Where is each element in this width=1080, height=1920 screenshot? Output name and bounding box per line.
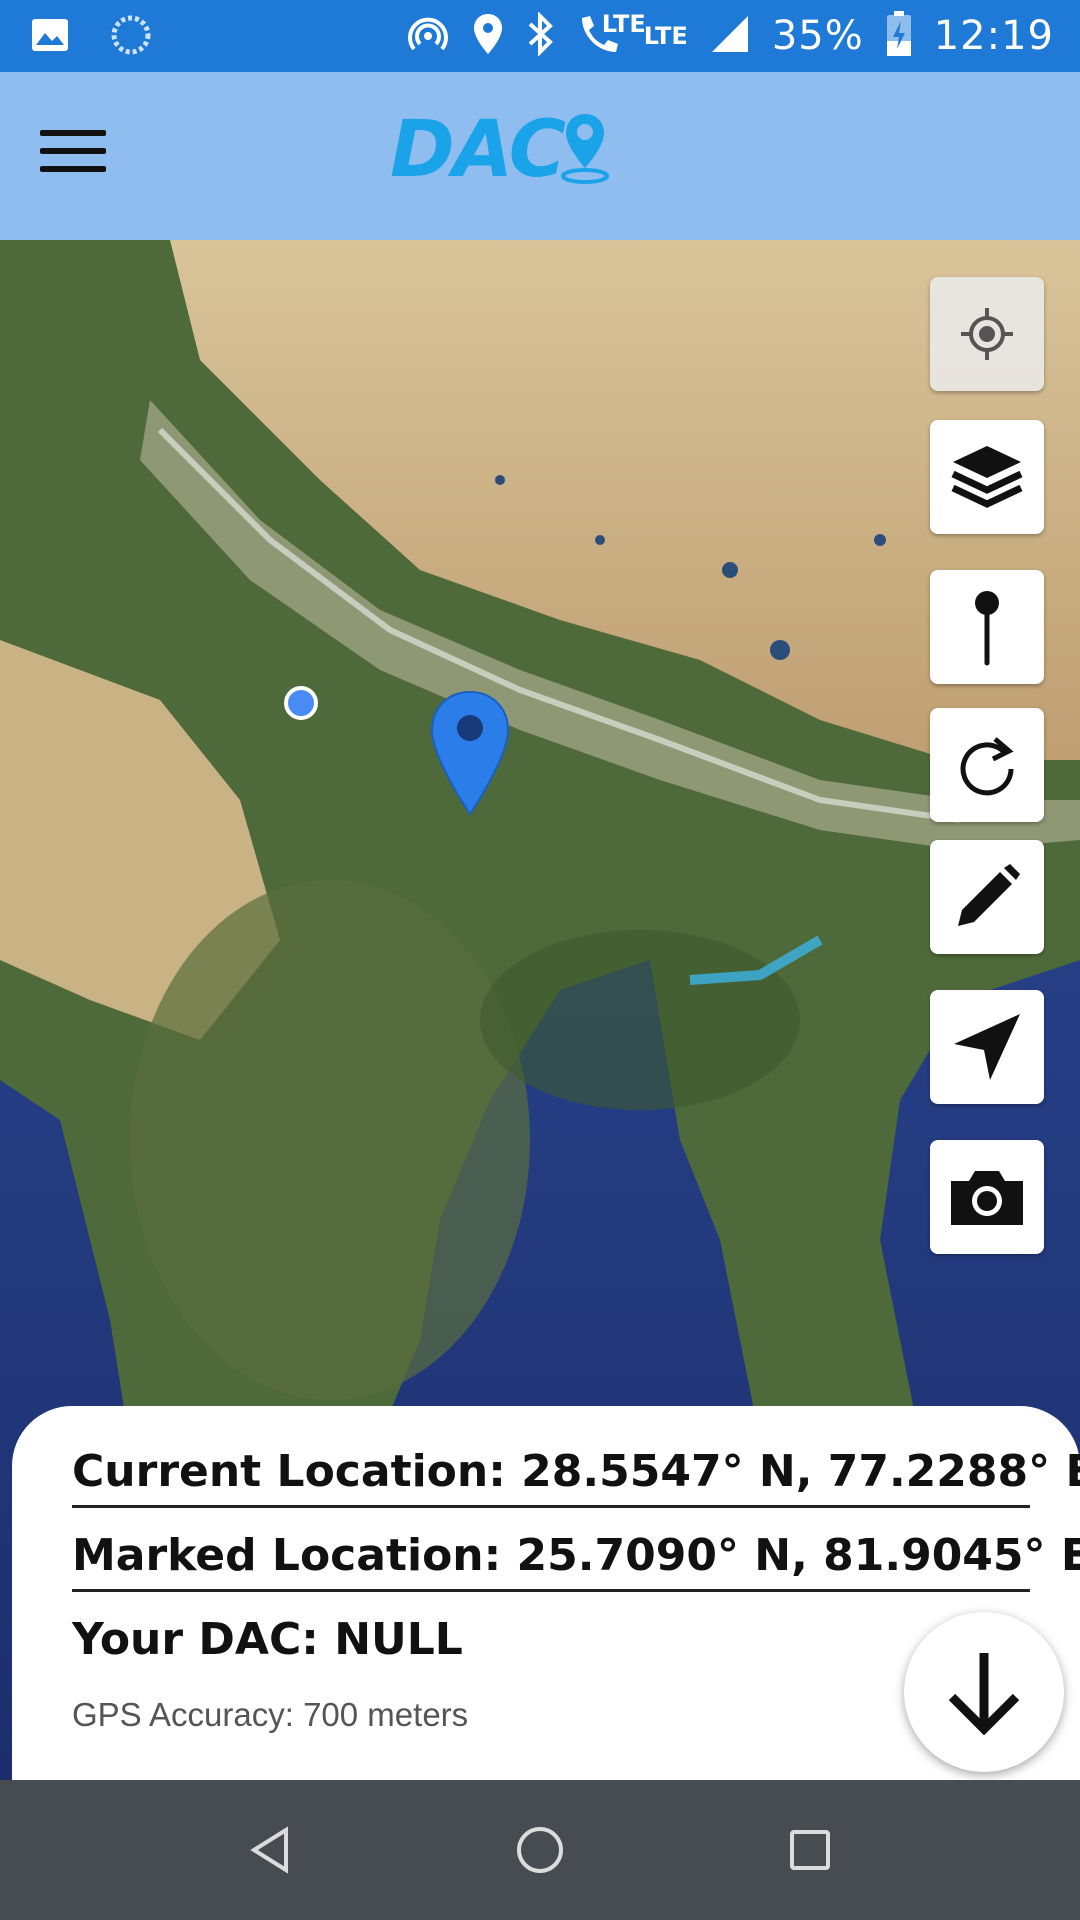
back-button[interactable] — [240, 1820, 300, 1880]
hotspot-icon — [406, 12, 450, 60]
hamburger-menu-icon[interactable] — [40, 130, 106, 180]
marked-location-pin-icon[interactable] — [428, 688, 512, 818]
volte-call-icon: LTE — [576, 10, 646, 60]
current-location-label: Current Location: — [72, 1446, 522, 1497]
battery-percent: 35% — [771, 13, 864, 59]
sync-icon — [110, 14, 152, 61]
gps-accuracy: GPS Accuracy: 700 meters — [72, 1696, 469, 1733]
status-bar: LTE LTE 35% 12:19 — [0, 0, 1080, 72]
my-location-button[interactable] — [930, 277, 1044, 391]
back-triangle-icon — [250, 1826, 288, 1874]
current-location-dot — [284, 686, 318, 720]
edit-pencil-icon — [958, 864, 1020, 926]
logo-pin-icon — [560, 114, 609, 184]
marked-location-label: Marked Location: — [72, 1530, 517, 1581]
image-icon — [30, 15, 70, 60]
lte-label-1: LTE — [601, 10, 646, 38]
layers-icon — [951, 446, 1023, 508]
battery-icon — [886, 11, 912, 61]
camera-button[interactable] — [930, 1140, 1044, 1254]
pin-button[interactable] — [930, 570, 1044, 684]
clock: 12:19 — [933, 13, 1054, 59]
home-circle-icon — [517, 1827, 563, 1873]
camera-icon — [951, 1171, 1023, 1225]
current-location-value: 28.5547° N, 77.2288° E — [521, 1446, 1080, 1497]
marked-location-row: Marked Location: 25.7090° N, 81.9045° E — [72, 1530, 1080, 1592]
recents-button[interactable] — [780, 1820, 840, 1880]
navigate-button[interactable] — [930, 990, 1044, 1104]
logo-text: DAC — [390, 105, 566, 195]
marked-location-value: 25.7090° N, 81.9045° E — [516, 1530, 1080, 1581]
app-logo: DAC — [390, 110, 612, 190]
app-bar: DAC — [0, 72, 1080, 240]
current-location-row: Current Location: 28.5547° N, 77.2288° E — [72, 1446, 1080, 1508]
arrow-down-icon — [948, 1653, 1020, 1736]
dac-label: Your DAC: — [72, 1614, 335, 1665]
refresh-icon — [960, 737, 1014, 796]
navigate-arrow-icon — [954, 1014, 1020, 1080]
system-nav-bar — [0, 1780, 1080, 1920]
recents-square-icon — [790, 1830, 830, 1870]
pin-icon — [975, 591, 999, 666]
dac-value: NULL — [334, 1614, 463, 1665]
bluetooth-icon — [526, 11, 554, 60]
refresh-button[interactable] — [930, 708, 1044, 822]
home-button[interactable] — [510, 1820, 570, 1880]
edit-button[interactable] — [930, 840, 1044, 954]
expand-down-button[interactable] — [904, 1612, 1064, 1772]
dac-row: Your DAC: NULL — [72, 1614, 1030, 1665]
signal-icon — [710, 14, 750, 58]
layers-button[interactable] — [930, 420, 1044, 534]
location-icon — [472, 12, 504, 60]
lte-label-2: LTE — [643, 22, 688, 50]
my-location-icon — [961, 308, 1013, 360]
